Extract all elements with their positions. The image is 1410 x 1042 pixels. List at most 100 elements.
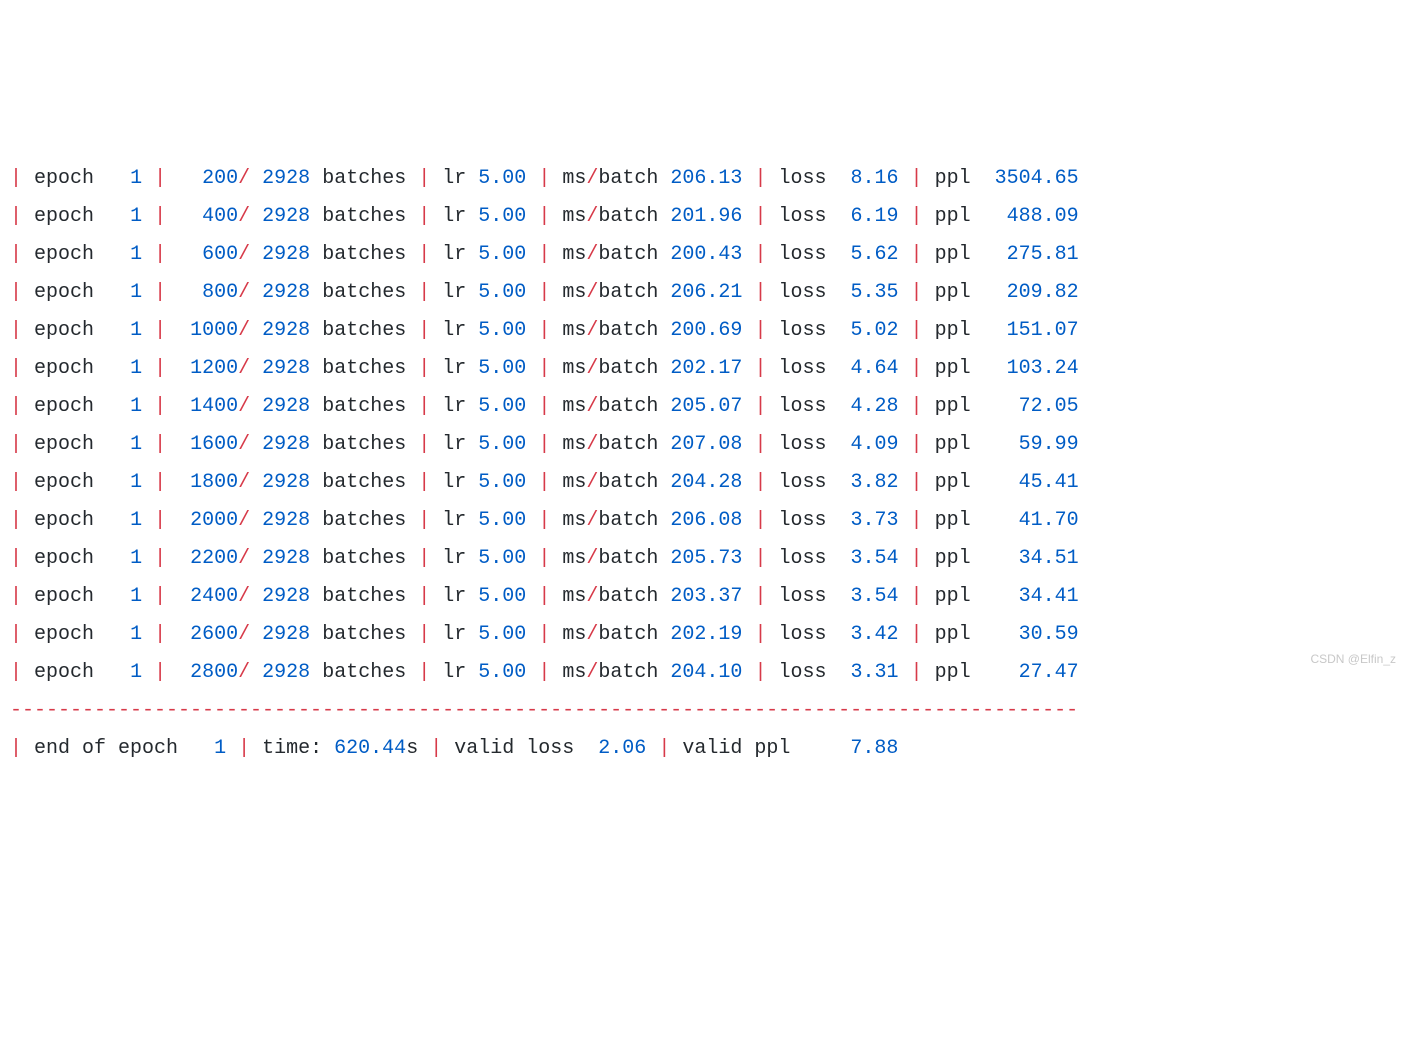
separator-pipe: | xyxy=(754,357,766,380)
separator-pipe: | xyxy=(418,395,430,418)
label-lr: lr xyxy=(442,623,466,646)
label-lr: lr xyxy=(442,661,466,684)
separator-pipe: | xyxy=(418,205,430,228)
separator-pipe: | xyxy=(754,661,766,684)
label-ppl: ppl xyxy=(935,357,971,380)
label-batch: batch xyxy=(598,395,658,418)
separator-pipe: | xyxy=(418,509,430,532)
separator-pipe: | xyxy=(430,737,442,760)
separator-pipe: | xyxy=(538,509,550,532)
label-loss: loss xyxy=(778,205,826,228)
label-loss: loss xyxy=(778,167,826,190)
label-batch: batch xyxy=(598,471,658,494)
label-ms: ms xyxy=(562,243,586,266)
label-epoch: epoch xyxy=(34,585,94,608)
value-epoch: 1 xyxy=(106,319,142,342)
separator-pipe: | xyxy=(754,319,766,342)
separator-pipe: / xyxy=(586,509,598,532)
separator-pipe: | xyxy=(10,471,22,494)
label-ms: ms xyxy=(562,585,586,608)
separator-pipe: | xyxy=(538,357,550,380)
label-batches: batches xyxy=(322,167,406,190)
label-batches: batches xyxy=(322,471,406,494)
separator-pipe: / xyxy=(586,547,598,570)
value-lr: 5.00 xyxy=(478,319,526,342)
label-ppl: ppl xyxy=(935,509,971,532)
value-valid-ppl: 7.88 xyxy=(850,737,898,760)
label-loss: loss xyxy=(778,547,826,570)
label-loss: loss xyxy=(778,433,826,456)
value-epoch: 1 xyxy=(106,471,142,494)
separator-pipe: / xyxy=(238,661,250,684)
separator-pipe: | xyxy=(10,623,22,646)
separator-pipe: / xyxy=(238,319,250,342)
separator-pipe: / xyxy=(238,471,250,494)
separator-pipe: / xyxy=(586,471,598,494)
value-lr: 5.00 xyxy=(478,167,526,190)
value-step: 2800 xyxy=(178,661,238,684)
separator-pipe: | xyxy=(154,471,166,494)
separator-pipe: | xyxy=(154,357,166,380)
label-batch: batch xyxy=(598,167,658,190)
label-lr: lr xyxy=(442,433,466,456)
label-batch: batch xyxy=(598,433,658,456)
separator-pipe: / xyxy=(586,585,598,608)
label-epoch: epoch xyxy=(34,661,94,684)
separator-pipe: / xyxy=(586,281,598,304)
label-batch: batch xyxy=(598,243,658,266)
separator-pipe: / xyxy=(238,509,250,532)
separator-pipe: / xyxy=(586,205,598,228)
separator-pipe: | xyxy=(538,281,550,304)
separator-pipe: | xyxy=(911,281,923,304)
separator-pipe: | xyxy=(10,319,22,342)
label-ppl: ppl xyxy=(935,623,971,646)
separator-pipe: / xyxy=(586,623,598,646)
separator-pipe: | xyxy=(418,433,430,456)
separator-pipe: | xyxy=(538,243,550,266)
value-valid-loss: 2.06 xyxy=(598,737,646,760)
separator-pipe: | xyxy=(418,319,430,342)
label-ms: ms xyxy=(562,623,586,646)
value-ppl: 27.47 xyxy=(983,661,1079,684)
value-step: 2600 xyxy=(178,623,238,646)
value-time: 620.44 xyxy=(334,737,406,760)
label-lr: lr xyxy=(442,471,466,494)
separator-pipe: | xyxy=(10,243,22,266)
label-loss: loss xyxy=(778,357,826,380)
label-epoch: epoch xyxy=(34,319,94,342)
label-valid-loss: valid loss xyxy=(454,737,574,760)
value-step: 1600 xyxy=(178,433,238,456)
value-epoch: 1 xyxy=(106,509,142,532)
value-loss: 8.16 xyxy=(839,167,899,190)
separator-pipe: | xyxy=(754,243,766,266)
label-batch: batch xyxy=(598,319,658,342)
separator-pipe: | xyxy=(538,433,550,456)
value-ppl: 34.41 xyxy=(983,585,1079,608)
value-ms-batch: 206.21 xyxy=(670,281,742,304)
value-step: 2200 xyxy=(178,547,238,570)
label-epoch: epoch xyxy=(34,433,94,456)
label-batches: batches xyxy=(322,243,406,266)
value-lr: 5.00 xyxy=(478,661,526,684)
label-ppl: ppl xyxy=(935,319,971,342)
label-ms: ms xyxy=(562,319,586,342)
label-lr: lr xyxy=(442,281,466,304)
separator-pipe: | xyxy=(754,471,766,494)
value-total-batches: 2928 xyxy=(262,357,310,380)
label-epoch: epoch xyxy=(34,509,94,532)
separator-pipe: | xyxy=(538,471,550,494)
separator-pipe: | xyxy=(911,471,923,494)
label-lr: lr xyxy=(442,167,466,190)
value-total-batches: 2928 xyxy=(262,433,310,456)
separator-pipe: | xyxy=(418,471,430,494)
separator-pipe: | xyxy=(10,205,22,228)
label-epoch: epoch xyxy=(34,547,94,570)
separator-pipe: | xyxy=(154,243,166,266)
value-total-batches: 2928 xyxy=(262,547,310,570)
separator-pipe: | xyxy=(754,547,766,570)
separator-pipe: | xyxy=(418,167,430,190)
separator-pipe: | xyxy=(154,281,166,304)
label-end-of-epoch: end of epoch xyxy=(34,737,178,760)
value-total-batches: 2928 xyxy=(262,167,310,190)
label-epoch: epoch xyxy=(34,357,94,380)
